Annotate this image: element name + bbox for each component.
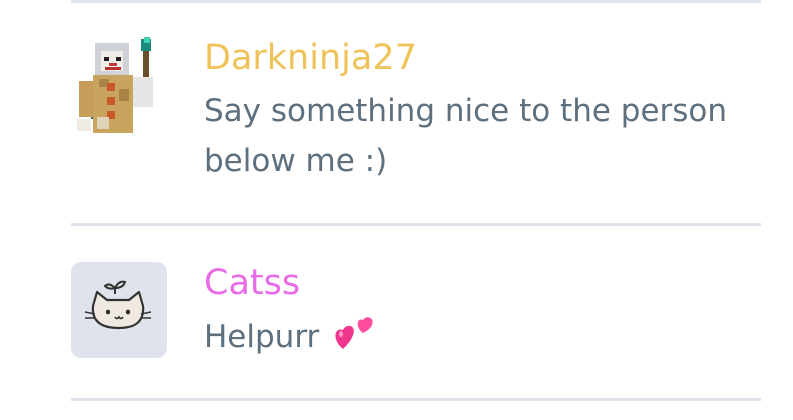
comment-feed: Darkninja27 Say something nice to the pe… xyxy=(0,0,793,420)
username[interactable]: Catss xyxy=(204,262,300,304)
two-hearts-icon xyxy=(333,315,377,366)
comment-item: Darkninja27 Say something nice to the pe… xyxy=(71,0,761,223)
username[interactable]: Darkninja27 xyxy=(204,37,417,79)
user-avatar[interactable] xyxy=(71,262,167,358)
comment-message: Helpurr xyxy=(204,312,764,366)
comment-message: Say something nice to the person below m… xyxy=(204,86,764,186)
user-avatar[interactable] xyxy=(71,37,167,133)
divider xyxy=(71,398,761,401)
comment-message-line: below me :) xyxy=(204,143,388,179)
cat-face-icon xyxy=(84,280,152,330)
comment-message-line: Say something nice to the person xyxy=(204,93,728,129)
comment-item: Catss Helpurr xyxy=(71,226,761,398)
comment-message-text: Helpurr xyxy=(204,319,320,355)
pixel-clown-avatar-icon xyxy=(77,37,153,133)
